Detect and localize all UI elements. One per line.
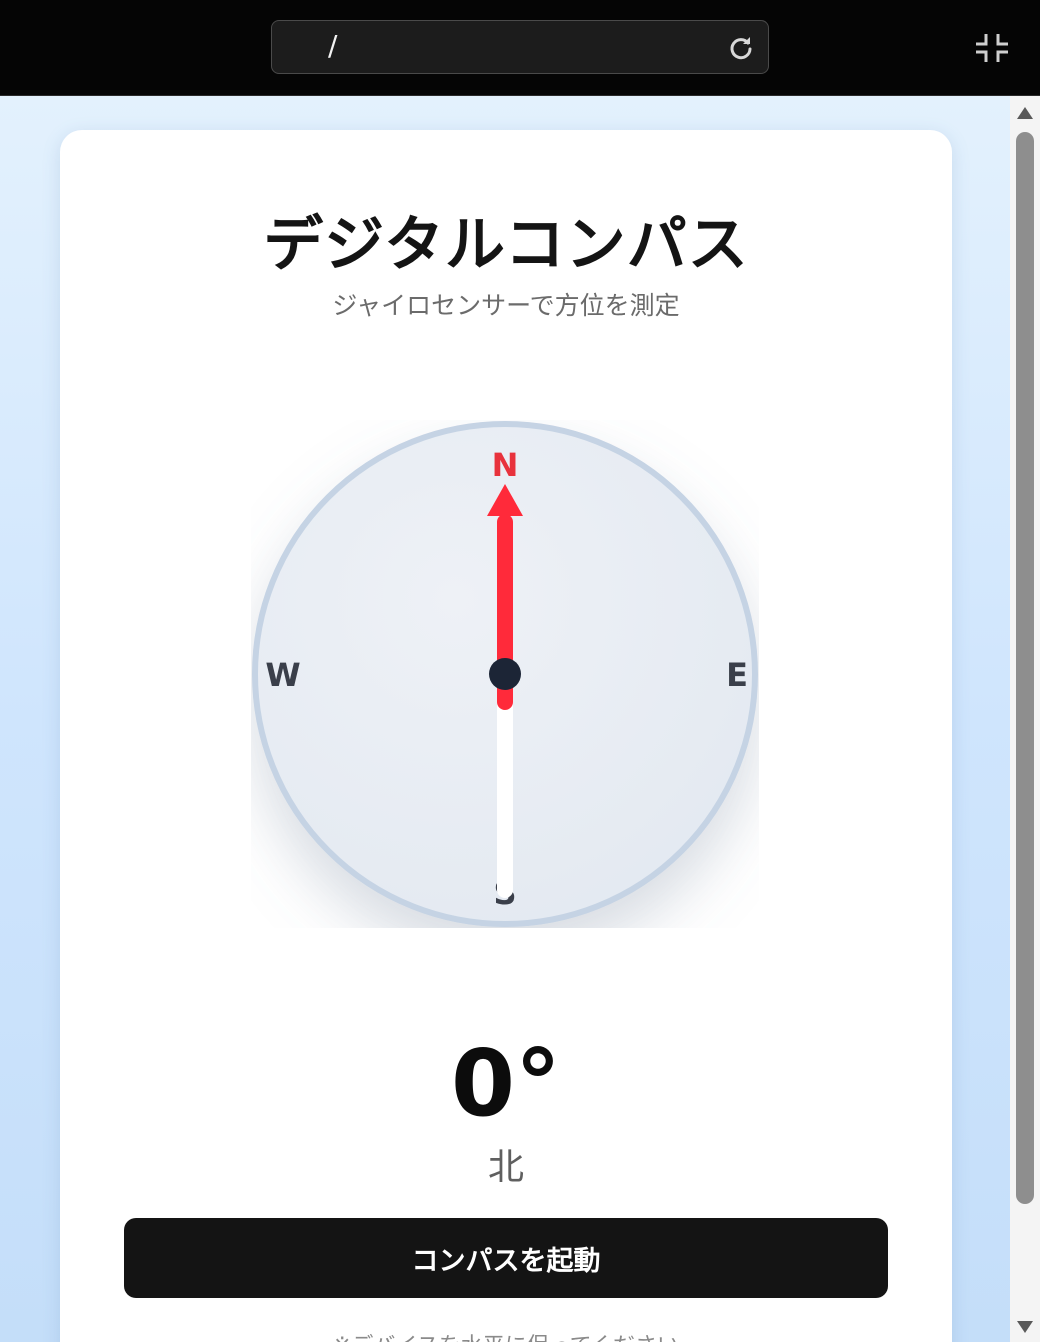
page-subtitle: ジャイロセンサーで方位を測定 [332,291,680,320]
north-label: N [492,446,519,484]
east-label: E [726,656,748,694]
vertical-scrollbar[interactable] [1010,96,1040,1342]
compass-dial: N E W S [252,421,758,927]
url-text: / [328,29,338,62]
needle-hub [489,658,521,690]
page-title: デジタルコンパス [263,210,749,280]
west-label: W [265,656,300,694]
reload-icon[interactable] [728,35,754,61]
scrollbar-thumb[interactable] [1016,132,1034,1204]
browser-toolbar: / [0,0,1040,96]
level-note: ※デバイスを水平に保ってください [60,1328,952,1342]
direction-label: 北 [487,1147,524,1188]
scroll-up-arrow-icon[interactable] [1016,106,1034,120]
page-viewport: デジタルコンパス ジャイロセンサーで方位を測定 N E W S [0,96,1010,1342]
compass-card: デジタルコンパス ジャイロセンサーで方位を測定 N E W S [60,130,952,1342]
exit-fullscreen-icon[interactable] [974,32,1010,64]
start-compass-button[interactable]: コンパスを起動 [124,1218,888,1298]
scroll-down-arrow-icon[interactable] [1016,1320,1034,1334]
heading-degrees: 0° [450,1030,561,1137]
address-bar[interactable]: / [271,20,769,74]
